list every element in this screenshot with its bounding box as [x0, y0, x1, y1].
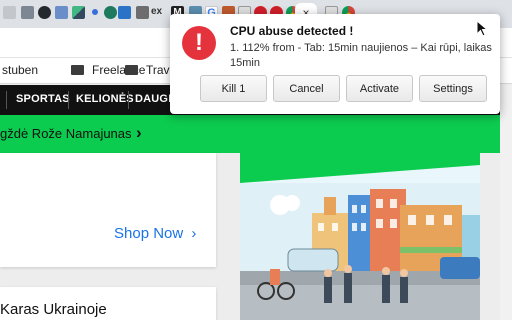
dot-favicon[interactable]: [92, 9, 98, 15]
ex-favicon[interactable]: ex: [151, 6, 169, 19]
chevron-right-icon[interactable]: ›: [136, 123, 142, 143]
kill-button[interactable]: Kill 1: [200, 75, 267, 102]
shop-now-label: Shop Now: [114, 225, 184, 242]
tab-favicon[interactable]: [104, 6, 117, 19]
article-title[interactable]: Karas Ukrainoje: [0, 301, 107, 318]
article-card[interactable]: Karas Ukrainoje: [0, 287, 216, 320]
b-favicon[interactable]: [118, 6, 131, 19]
chevron-right-icon: ›: [191, 225, 197, 242]
bookmark-folder-travel[interactable]: Trave: [125, 63, 176, 77]
mouse-cursor-icon: [476, 20, 489, 37]
ad-illustration[interactable]: [240, 153, 480, 320]
shop-now-link[interactable]: Shop Now ›: [114, 225, 196, 242]
folder-icon: [125, 65, 138, 75]
tile-favicon[interactable]: [21, 6, 34, 19]
notification-message: 1. 112% from - Tab: 15min naujienos – Ka…: [230, 42, 492, 69]
vue-favicon[interactable]: [72, 6, 85, 19]
github-favicon[interactable]: [38, 6, 51, 19]
activate-button[interactable]: Activate: [346, 75, 413, 102]
notification-title: CPU abuse detected !: [230, 24, 354, 38]
promo-banner[interactable]: gždė Rože Namajunas ›: [0, 115, 512, 153]
street-scene-illustration: [240, 153, 480, 320]
settings-button[interactable]: Settings: [419, 75, 487, 102]
exclamation-glyph: !: [195, 29, 203, 56]
nav-divider: [68, 91, 69, 109]
bookmark-label: stuben: [2, 63, 39, 77]
exclamation-icon: !: [182, 26, 216, 60]
banner-text: gždė Rože Namajunas: [0, 126, 132, 141]
chart-favicon[interactable]: [136, 6, 149, 19]
translate-favicon[interactable]: [55, 6, 68, 19]
folder-icon: [71, 65, 84, 75]
tile-favicon[interactable]: [3, 6, 16, 19]
shop-card: Shop Now ›: [0, 153, 216, 267]
nav-divider: [6, 91, 7, 109]
bookmark-item[interactable]: stuben: [2, 63, 38, 77]
cpu-alert-notification: ! CPU abuse detected ! 1. 112% from - Ta…: [170, 14, 500, 114]
cancel-button[interactable]: Cancel: [273, 75, 340, 102]
nav-item-sportas[interactable]: SPORTAS: [16, 93, 70, 105]
nav-divider: [128, 91, 129, 109]
nav-item-keliones[interactable]: KELIONĖS: [76, 93, 134, 105]
page-scrollbar[interactable]: [500, 85, 512, 320]
